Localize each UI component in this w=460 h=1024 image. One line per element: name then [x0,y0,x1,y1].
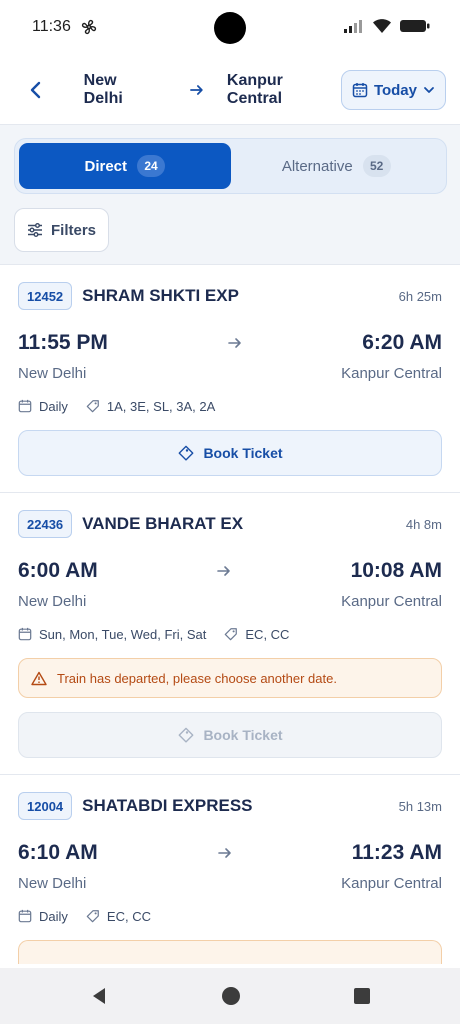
travel-duration: 6h 25m [398,288,442,304]
back-triangle-icon[interactable] [89,986,109,1006]
filters-button[interactable]: Filters [14,208,109,252]
train-name: VANDE BHARAT EX [82,514,244,533]
available-classes: 1A, 3E, SL, 3A, 2A [106,398,216,414]
book-ticket-label: Book Ticket [203,445,283,461]
departure-station: New Delhi [18,875,87,892]
tag-icon [86,910,99,923]
calendar-icon [352,83,368,98]
tab-alternative-count: 52 [362,155,391,177]
recents-square-icon[interactable] [353,987,371,1005]
tab-direct[interactable]: Direct 24 [19,143,231,189]
arrival-station: Kanpur Central [341,365,442,382]
warning-banner-partial [18,940,442,964]
travel-duration: 4h 8m [405,516,442,532]
departure-time: 11:55 PM [18,331,108,354]
back-button[interactable] [24,78,48,102]
arrow-right-icon [228,338,241,348]
controls-area: Direct 24 Alternative 52 Filters [0,125,460,264]
available-classes: EC, CC [245,626,290,642]
available-classes: EC, CC [106,908,151,924]
fan-icon [81,19,97,35]
arrival-time: 6:20 AM [362,331,442,354]
arrival-time: 11:23 AM [351,841,442,864]
running-days: Sun, Mon, Tue, Wed, Fri, Sat [39,626,207,642]
departed-warning: Train has departed, please choose anothe… [18,658,442,698]
arrival-station: Kanpur Central [341,593,442,610]
calendar-icon [18,399,32,413]
train-card[interactable]: 12004 SHATABDI EXPRESS 5h 13m 6:10 AM 11… [0,775,460,964]
warning-icon [31,671,47,685]
arrow-right-icon [217,566,230,576]
book-ticket-label: Book Ticket [203,727,283,743]
train-card[interactable]: 22436 VANDE BHARAT EX 4h 8m 6:00 AM 10:0… [0,493,460,775]
tab-alternative-label: Alternative [281,157,353,175]
ticket-icon [179,727,194,743]
calendar-icon [18,627,32,641]
chevron-left-icon [30,81,41,99]
train-number-badge: 22436 [18,510,73,538]
tab-direct-label: Direct [84,157,128,175]
departure-time: 6:00 AM [18,559,98,582]
date-selector-button[interactable]: Today [340,70,446,110]
signal-icon [344,20,362,33]
train-number-badge: 12452 [18,282,73,310]
train-list: 12452 SHRAM SHKTI EXP 6h 25m 11:55 PM 6:… [0,265,460,964]
sliders-icon [27,223,42,237]
travel-duration: 5h 13m [398,798,442,814]
arrival-time: 10:08 AM [350,559,442,582]
tab-direct-count: 24 [137,155,166,177]
wifi-icon [373,19,391,33]
running-days: Daily [39,908,68,924]
ticket-icon [179,445,194,461]
destination-station: Kanpur Central [226,72,283,107]
train-name: SHRAM SHKTI EXP [82,286,239,305]
tab-alternative[interactable]: Alternative 52 [231,143,443,189]
calendar-icon [18,909,32,923]
book-ticket-button[interactable]: Book Ticket [18,712,442,758]
arrow-right-icon [217,848,231,858]
departure-time: 6:10 AM [18,841,98,864]
status-time: 11:36 [32,18,71,35]
status-bar: 11:36 [0,0,460,56]
arrow-right-icon [190,85,203,95]
book-ticket-button[interactable]: Book Ticket [18,430,442,476]
train-name: SHATABDI EXPRESS [82,796,253,815]
date-label: Today [373,81,417,99]
origin-station: New Delhi [83,72,123,107]
train-number-badge: 12004 [18,792,73,820]
system-navigation-bar [0,968,460,1024]
route-type-tabs: Direct 24 Alternative 52 [14,138,447,194]
arrival-station: Kanpur Central [341,875,442,892]
tag-icon [86,400,99,413]
running-days: Daily [39,398,68,414]
departure-station: New Delhi [18,593,87,610]
header: New Delhi Kanpur Central Today [0,56,460,124]
camera-cutout [214,12,246,44]
tag-icon [225,628,238,641]
departure-station: New Delhi [18,365,87,382]
filters-label: Filters [50,221,96,239]
chevron-down-icon [424,87,434,93]
home-circle-icon[interactable] [221,986,241,1006]
battery-icon [400,20,430,32]
warning-text: Train has departed, please choose anothe… [57,670,337,686]
train-card[interactable]: 12452 SHRAM SHKTI EXP 6h 25m 11:55 PM 6:… [0,265,460,493]
